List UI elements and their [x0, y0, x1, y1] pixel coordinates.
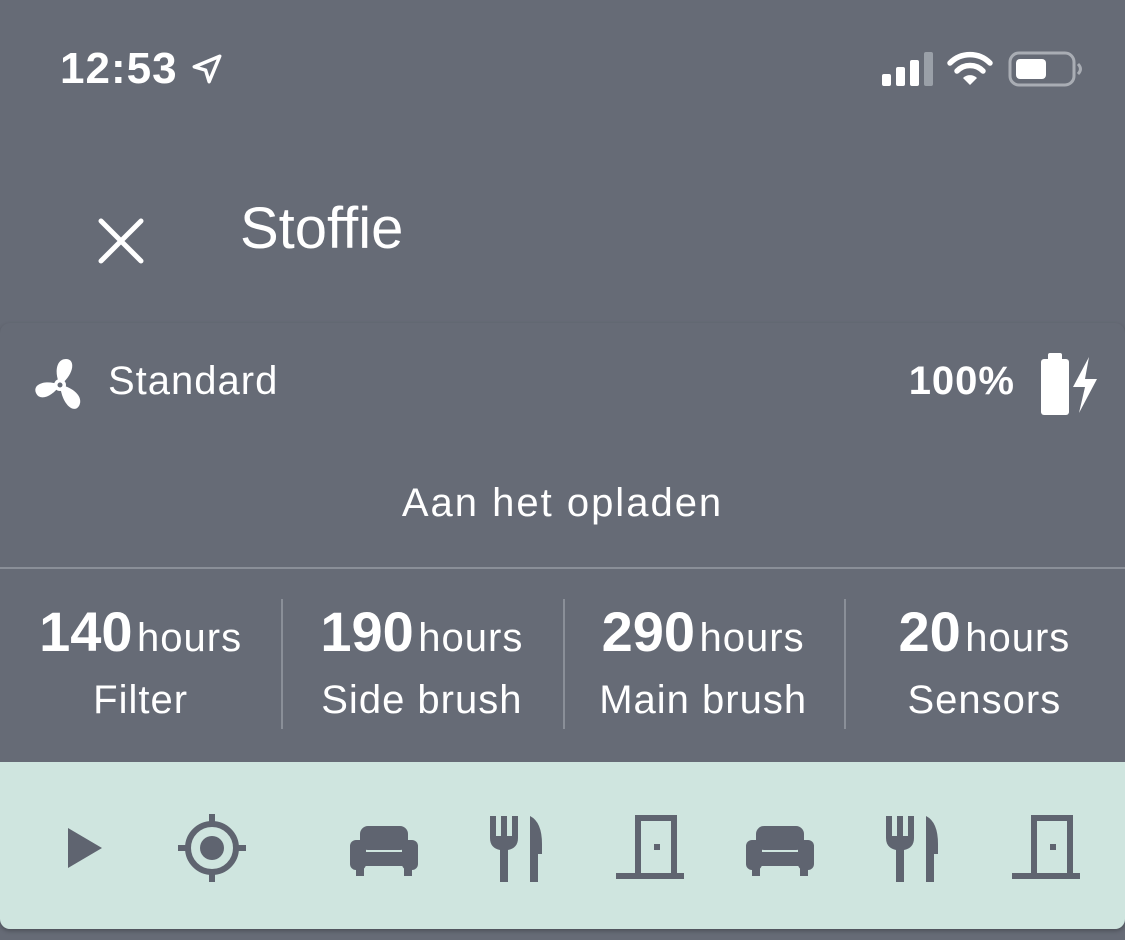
- stat-side-brush: 190 hours Side brush: [281, 569, 562, 762]
- close-button[interactable]: [86, 206, 156, 276]
- utensils-icon: [886, 816, 938, 882]
- room-kitchen-button[interactable]: [872, 808, 952, 888]
- signal-icon: [882, 52, 933, 86]
- start-button[interactable]: [44, 808, 124, 888]
- stat-sensors: 20 hours Sensors: [843, 569, 1125, 762]
- controls-bar: [0, 762, 1125, 929]
- room-living-button[interactable]: [740, 808, 820, 888]
- status-bar: 12:53: [0, 0, 1125, 140]
- stat-unit: hours: [418, 616, 524, 660]
- vacuum-card: Standard 100% Aan het opladen 140 hours …: [0, 323, 1125, 929]
- status-time: 12:53: [60, 44, 178, 93]
- stat-label: Main brush: [599, 678, 808, 722]
- stat-value: 290: [601, 600, 696, 663]
- utensils-icon: [490, 816, 542, 882]
- sofa-icon: [746, 826, 814, 876]
- maintenance-stats: 140 hours Filter 190 hours Side brush 29…: [0, 569, 1125, 762]
- stat-value: 20: [898, 600, 961, 663]
- battery-icon: [1008, 51, 1082, 87]
- battery-charging-icon: [1041, 353, 1097, 415]
- sofa-icon: [350, 826, 418, 876]
- stat-unit: hours: [965, 616, 1071, 660]
- stat-value: 140: [39, 600, 133, 663]
- room-living-button[interactable]: [344, 808, 424, 888]
- fan-icon[interactable]: [28, 353, 92, 417]
- locate-icon: [178, 814, 246, 882]
- close-icon: [98, 218, 144, 264]
- room-kitchen-button[interactable]: [476, 808, 556, 888]
- stat-unit: hours: [137, 616, 243, 660]
- wifi-icon: [947, 51, 993, 85]
- page-title: Stoffie: [240, 196, 404, 261]
- stat-unit: hours: [699, 616, 805, 660]
- stat-label: Sensors: [907, 678, 1062, 722]
- stat-value: 190: [320, 600, 414, 663]
- stat-label: Side brush: [321, 678, 523, 722]
- stat-label: Filter: [93, 678, 189, 722]
- stat-main-brush: 290 hours Main brush: [562, 569, 844, 762]
- location-arrow-icon: [192, 54, 222, 84]
- door-icon: [1012, 815, 1080, 879]
- vacuum-state: Aan het opladen: [401, 481, 724, 525]
- room-hall-button[interactable]: [610, 808, 690, 888]
- header: [0, 140, 1125, 325]
- door-icon: [616, 815, 684, 879]
- fan-mode-label[interactable]: Standard: [108, 359, 278, 404]
- battery-level: 100%: [908, 359, 1015, 403]
- play-icon: [68, 828, 102, 868]
- stat-filter: 140 hours Filter: [0, 569, 281, 762]
- room-hall-button[interactable]: [1006, 808, 1086, 888]
- locate-button[interactable]: [172, 808, 252, 888]
